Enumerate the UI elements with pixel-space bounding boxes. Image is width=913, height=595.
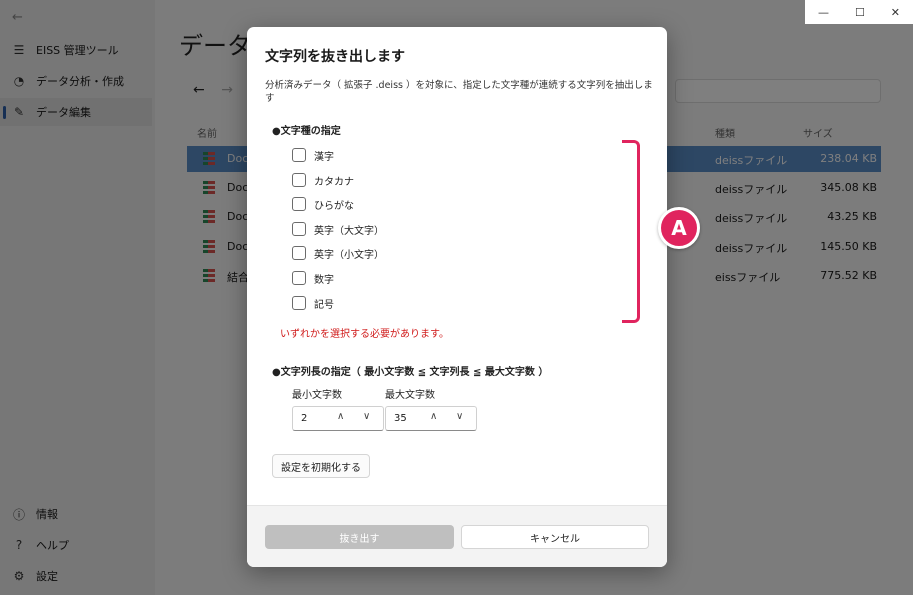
checkbox-label: カタカナ — [314, 176, 354, 188]
checkbox-box[interactable] — [292, 222, 306, 236]
max-length-label: 最大文字数 — [385, 390, 435, 401]
checkbox-label: 数字 — [314, 274, 334, 286]
dialog-description: 分析済みデータ（ 拡張子 .deiss ）を対象に、指定した文字種が連続する文字… — [265, 80, 653, 104]
checkbox-label: 漢字 — [314, 151, 334, 163]
extract-dialog: 文字列を抜き出します 分析済みデータ（ 拡張子 .deiss ）を対象に、指定し… — [247, 27, 667, 567]
close-icon[interactable]: ✕ — [891, 6, 900, 19]
minimize-icon[interactable]: — — [818, 6, 829, 19]
checkbox-label: ひらがな — [314, 200, 354, 212]
checkbox-hiragana[interactable]: ひらがな — [292, 195, 354, 213]
checkbox-kanji[interactable]: 漢字 — [292, 146, 334, 164]
maximize-icon[interactable]: ☐ — [855, 6, 865, 19]
increment-icon[interactable]: ∧ — [430, 411, 437, 422]
length-heading: ●文字列長の指定（ 最小文字数 ≦ 文字列長 ≦ 最大文字数 ） — [272, 367, 549, 378]
min-length-label: 最小文字数 — [292, 390, 342, 401]
checkbox-box[interactable] — [292, 148, 306, 162]
checkbox-box[interactable] — [292, 246, 306, 260]
checkbox-box[interactable] — [292, 197, 306, 211]
checkbox-box[interactable] — [292, 173, 306, 187]
decrement-icon[interactable]: ∨ — [363, 411, 370, 422]
dialog-footer: 抜き出す キャンセル — [247, 505, 667, 567]
reset-settings-button[interactable]: 設定を初期化する — [272, 454, 370, 478]
annotation-bracket — [622, 140, 640, 323]
annotation-callout: A — [658, 207, 700, 249]
checkbox-box[interactable] — [292, 296, 306, 310]
char-type-heading: ●文字種の指定 — [272, 126, 341, 137]
decrement-icon[interactable]: ∨ — [456, 411, 463, 422]
cancel-button[interactable]: キャンセル — [461, 525, 649, 549]
max-length-stepper[interactable]: 35 ∧ ∨ — [385, 406, 477, 431]
window-controls: — ☐ ✕ — [805, 0, 913, 24]
checkbox-uppercase[interactable]: 英字（大文字） — [292, 220, 384, 238]
max-length-value[interactable]: 35 — [394, 413, 407, 424]
min-length-value[interactable]: 2 — [301, 413, 307, 424]
checkbox-box[interactable] — [292, 271, 306, 285]
increment-icon[interactable]: ∧ — [337, 411, 344, 422]
checkbox-digits[interactable]: 数字 — [292, 269, 334, 287]
checkbox-lowercase[interactable]: 英字（小文字） — [292, 244, 384, 262]
dialog-title: 文字列を抜き出します — [265, 49, 405, 65]
checkbox-label: 記号 — [314, 299, 334, 311]
checkbox-label: 英字（小文字） — [314, 249, 384, 261]
validation-error: いずれかを選択する必要があります。 — [280, 329, 449, 340]
checkbox-katakana[interactable]: カタカナ — [292, 171, 354, 189]
extract-button[interactable]: 抜き出す — [265, 525, 454, 549]
checkbox-symbols[interactable]: 記号 — [292, 294, 334, 312]
checkbox-label: 英字（大文字） — [314, 225, 384, 237]
min-length-stepper[interactable]: 2 ∧ ∨ — [292, 406, 384, 431]
